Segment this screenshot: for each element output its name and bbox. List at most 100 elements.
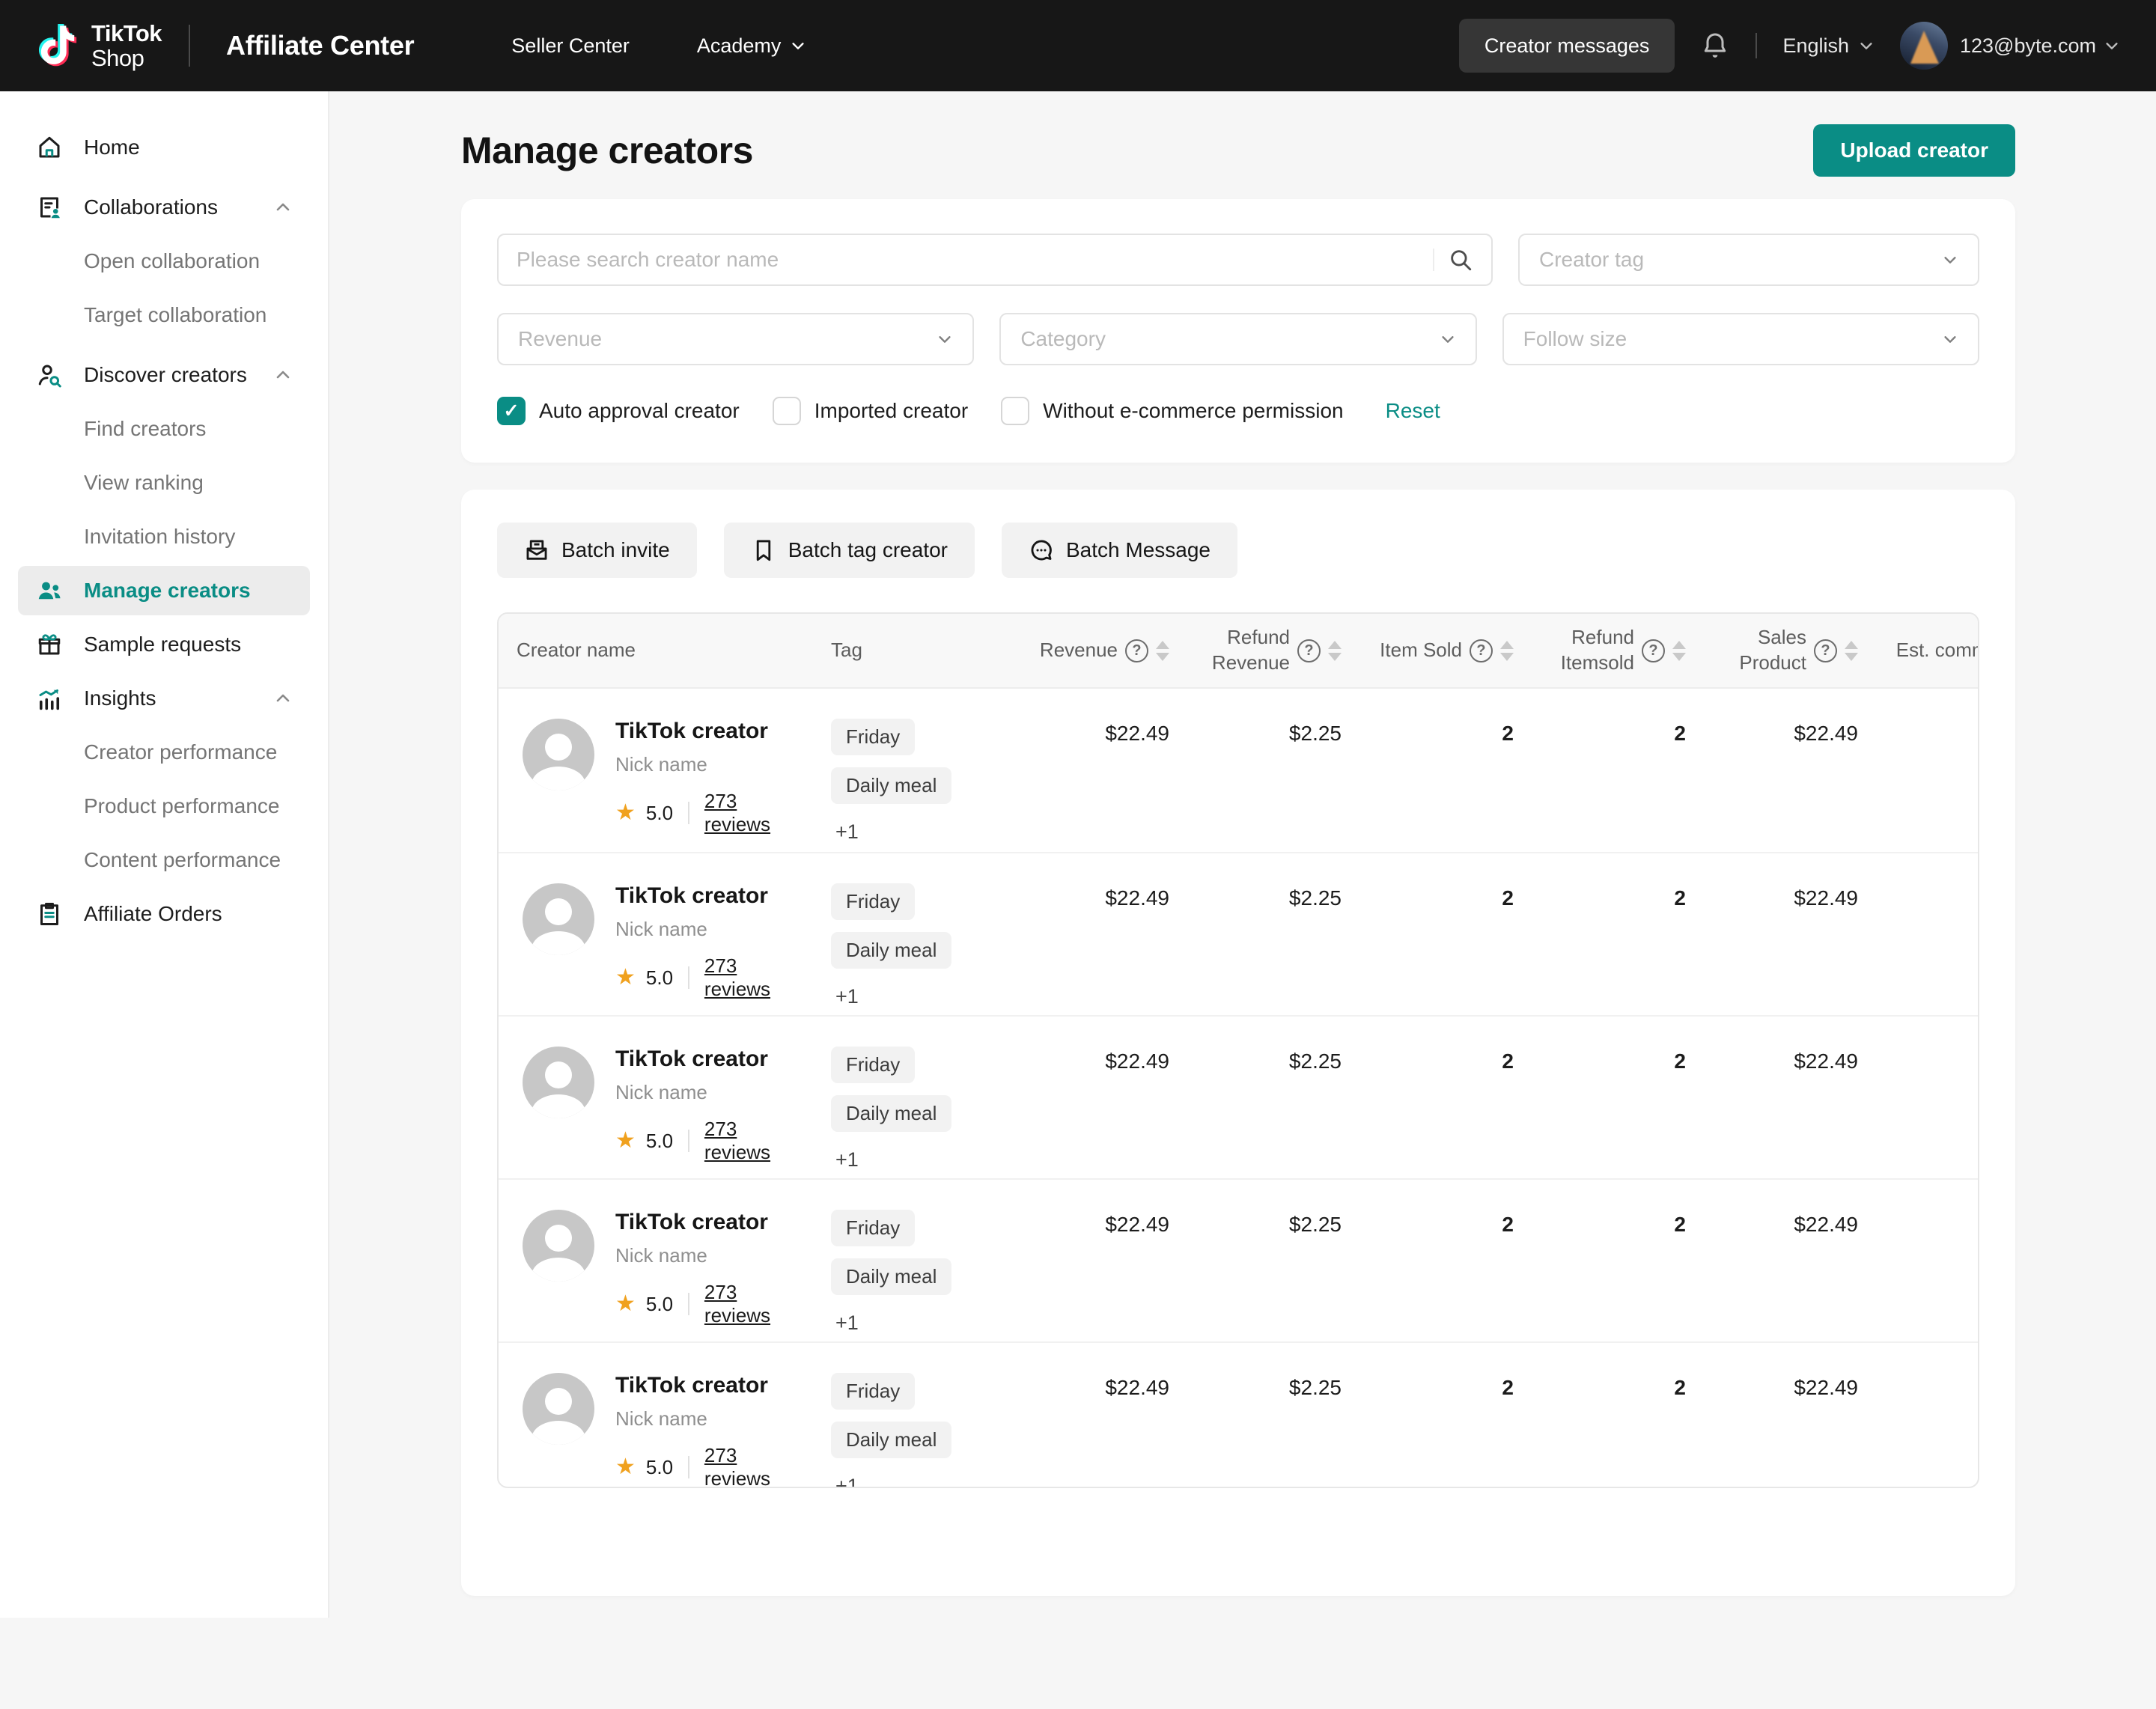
tiktok-shop-logo[interactable]: TikTok Shop (36, 21, 162, 71)
table-row[interactable]: TikTok creator Nick name ★ 5.0 273 revie… (499, 852, 1978, 1015)
creator-avatar[interactable] (523, 719, 594, 790)
creator-messages-button[interactable]: Creator messages (1459, 19, 1675, 73)
creator-rating: 5.0 (646, 802, 673, 825)
search-icon[interactable] (1448, 247, 1473, 272)
column-header-refund-revenue[interactable]: Refund Revenue? (1187, 614, 1359, 687)
more-tags[interactable]: +1 (831, 1148, 859, 1172)
sidebar-item-content-performance[interactable]: Content performance (18, 835, 310, 885)
sidebar-item-find-creators[interactable]: Find creators (18, 404, 310, 454)
column-header-est-commission: Est. commission (1876, 614, 1979, 687)
help-icon[interactable]: ? (1297, 639, 1321, 662)
refund-revenue-value: $2.25 (1187, 1343, 1359, 1488)
sidebar-item-manage-creators[interactable]: Manage creators (18, 566, 310, 615)
sort-icon[interactable] (1500, 641, 1514, 661)
sidebar-item-insights[interactable]: Insights (18, 674, 310, 723)
creator-avatar[interactable] (523, 883, 594, 955)
creator-avatar[interactable] (523, 1047, 594, 1118)
checkbox-unchecked-icon[interactable] (773, 397, 801, 425)
creator-avatar[interactable] (523, 1210, 594, 1282)
checkbox-without-e-commerce-permission[interactable]: Without e-commerce permission (1001, 397, 1343, 425)
insights-icon (36, 685, 63, 712)
reviews-link[interactable]: 273 reviews (704, 954, 801, 1001)
batch-invite-button[interactable]: Batch invite (497, 523, 697, 578)
column-header-revenue[interactable]: Revenue? (993, 614, 1187, 687)
column-header-sales-product[interactable]: Sales Product? (1704, 614, 1876, 687)
sidebar-item-view-ranking[interactable]: View ranking (18, 458, 310, 508)
more-tags[interactable]: +1 (831, 820, 859, 844)
checkbox-imported-creator[interactable]: Imported creator (773, 397, 968, 425)
chevron-up-icon (274, 689, 292, 707)
more-tags[interactable]: +1 (831, 985, 859, 1008)
table-row[interactable]: TikTok creator Nick name ★ 5.0 273 revie… (499, 1341, 1978, 1488)
sidebar-item-discover-creators[interactable]: Discover creators (18, 350, 310, 400)
revenue-select[interactable]: Revenue (497, 313, 974, 365)
nav-academy[interactable]: Academy (697, 34, 807, 58)
help-icon[interactable]: ? (1642, 639, 1665, 662)
clipboard-icon (36, 901, 63, 927)
search-input[interactable] (517, 248, 1433, 272)
reviews-link[interactable]: 273 reviews (704, 1444, 801, 1488)
help-icon[interactable]: ? (1470, 639, 1493, 662)
reset-filters-link[interactable]: Reset (1386, 399, 1440, 423)
sidebar-item-sample-requests[interactable]: Sample requests (18, 620, 310, 669)
help-icon[interactable]: ? (1125, 639, 1148, 662)
chevron-down-icon (937, 331, 953, 347)
more-tags[interactable]: +1 (831, 1475, 859, 1488)
reviews-link[interactable]: 273 reviews (704, 1118, 801, 1164)
checkbox-label: Without e-commerce permission (1043, 399, 1343, 423)
column-header-refund-itemsold[interactable]: Refund Itemsold? (1532, 614, 1704, 687)
help-icon[interactable]: ? (1814, 639, 1837, 662)
avatar-person-icon (545, 1225, 572, 1252)
notification-bell-icon[interactable] (1700, 29, 1730, 62)
upload-creator-button[interactable]: Upload creator (1813, 124, 2015, 177)
reviews-link[interactable]: 273 reviews (704, 790, 801, 836)
sidebar-item-creator-performance[interactable]: Creator performance (18, 728, 310, 777)
column-label: Refund Itemsold (1550, 625, 1634, 676)
category-select[interactable]: Category (999, 313, 1476, 365)
column-header-item-sold[interactable]: Item Sold? (1359, 614, 1532, 687)
batch-message-button[interactable]: Batch Message (1002, 523, 1237, 578)
chevron-down-icon (1858, 37, 1875, 54)
sort-icon[interactable] (1156, 641, 1169, 661)
sort-icon[interactable] (1672, 641, 1686, 661)
sidebar-item-collaborations[interactable]: Collaborations (18, 183, 310, 232)
checkbox-auto-approval-creator[interactable]: ✓Auto approval creator (497, 397, 740, 425)
creator-name[interactable]: TikTok creator (615, 883, 801, 909)
creator-name[interactable]: TikTok creator (615, 1047, 801, 1072)
star-icon: ★ (615, 1456, 636, 1478)
table-row[interactable]: TikTok creator Nick name ★ 5.0 273 revie… (499, 1015, 1978, 1178)
creator-rating: 5.0 (646, 966, 673, 990)
creator-name[interactable]: TikTok creator (615, 719, 801, 744)
sidebar-item-affiliate-orders[interactable]: Affiliate Orders (18, 889, 310, 939)
table-row[interactable]: TikTok creator Nick name ★ 5.0 273 revie… (499, 1178, 1978, 1341)
batch-tag-creator-button[interactable]: Batch tag creator (724, 523, 975, 578)
sidebar-item-target-collaboration[interactable]: Target collaboration (18, 290, 310, 340)
creator-name[interactable]: TikTok creator (615, 1210, 801, 1235)
sidebar-item-product-performance[interactable]: Product performance (18, 782, 310, 831)
follow-size-select[interactable]: Follow size (1502, 313, 1979, 365)
revenue-value: $22.49 (993, 689, 1187, 852)
tag-cell: FridayDaily meal+1 (813, 1017, 993, 1178)
tag-list: FridayDaily meal+1 (831, 719, 981, 844)
avatar-person-icon (545, 898, 572, 925)
account-menu[interactable]: 123@byte.com (1900, 22, 2120, 70)
nav-seller-center[interactable]: Seller Center (511, 34, 630, 58)
reviews-link[interactable]: 273 reviews (704, 1281, 801, 1327)
sidebar-item-invitation-history[interactable]: Invitation history (18, 512, 310, 561)
creator-name[interactable]: TikTok creator (615, 1373, 801, 1398)
checkbox-unchecked-icon[interactable] (1001, 397, 1029, 425)
language-selector[interactable]: English (1782, 34, 1875, 58)
creator-nickname: Nick name (615, 1081, 801, 1104)
creator-avatar[interactable] (523, 1373, 594, 1445)
sort-icon[interactable] (1328, 641, 1342, 661)
more-tags[interactable]: +1 (831, 1312, 859, 1335)
refund-itemsold-value: 2 (1532, 1343, 1704, 1488)
checkbox-checked-icon[interactable]: ✓ (497, 397, 526, 425)
sidebar-item-open-collaboration[interactable]: Open collaboration (18, 237, 310, 286)
sidebar-item-home[interactable]: Home (18, 123, 310, 172)
creator-tag-select[interactable]: Creator tag (1518, 234, 1979, 286)
tag-cell: FridayDaily meal+1 (813, 1180, 993, 1341)
sort-icon[interactable] (1845, 641, 1858, 661)
tiktok-note-icon (36, 21, 79, 70)
table-row[interactable]: TikTok creator Nick name ★ 5.0 273 revie… (499, 689, 1978, 852)
